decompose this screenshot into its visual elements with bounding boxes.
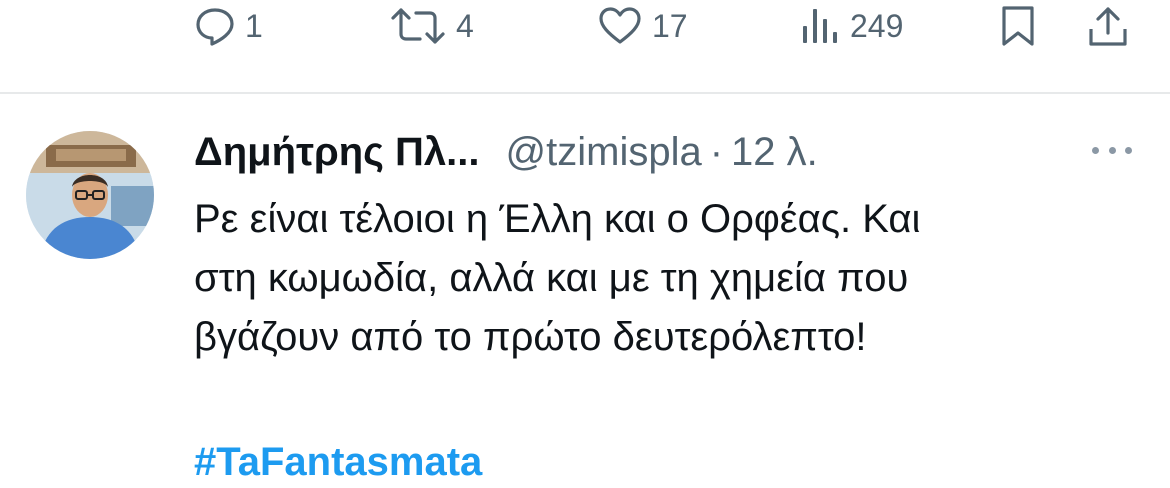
heart-icon	[599, 7, 641, 44]
author-handle[interactable]: @tzimispla	[506, 130, 702, 175]
share-button[interactable]	[1088, 3, 1128, 49]
reply-count: 1	[245, 8, 263, 44]
retweet-icon	[391, 8, 445, 44]
bookmark-button[interactable]	[1000, 3, 1036, 49]
like-button[interactable]: 17	[598, 3, 688, 49]
views-icon	[803, 9, 837, 43]
share-icon	[1089, 7, 1127, 46]
avatar-image	[26, 131, 154, 259]
author-name[interactable]: Δημήτρης Πλ...	[194, 130, 480, 175]
retweet-count: 4	[456, 8, 474, 44]
tweet-timestamp[interactable]: 12 λ.	[731, 130, 818, 175]
views-button[interactable]: 249	[800, 3, 903, 49]
tweet-text-line: Ρε είναι τέλοιοι η Έλλη και ο Ορφέας. Κα…	[194, 197, 921, 241]
more-options-button[interactable]	[1092, 138, 1132, 162]
more-dot-icon	[1108, 146, 1116, 154]
like-count: 17	[652, 8, 688, 44]
views-count: 249	[850, 8, 904, 44]
retweet-button[interactable]: 4	[390, 3, 474, 49]
reply-button[interactable]: 1	[195, 3, 263, 49]
reply-icon	[196, 8, 234, 46]
tweet[interactable]: Δημήτρης Πλ... @tzimispla · 12 λ. Ρε είν…	[0, 94, 1170, 487]
tweet-action-bar: 1 4 17 249	[0, 0, 1170, 92]
tweet-text: Ρε είναι τέλοιοι η Έλλη και ο Ορφέας. Κα…	[194, 190, 1134, 367]
tweet-text-line: βγάζουν από το πρώτο δευτερόλεπτο!	[194, 315, 867, 359]
more-dot-icon	[1092, 146, 1099, 154]
tweet-text-line: στη κωμωδία, αλλά και με τη χημεία που	[194, 256, 909, 300]
tweet-header: Δημήτρης Πλ... @tzimispla · 12 λ.	[194, 126, 818, 178]
avatar[interactable]	[26, 131, 154, 259]
more-dot-icon	[1125, 146, 1132, 154]
hashtag-link[interactable]: #TaFantasmata	[194, 436, 482, 488]
separator-dot: ·	[709, 129, 724, 174]
bookmark-icon	[1002, 6, 1034, 46]
